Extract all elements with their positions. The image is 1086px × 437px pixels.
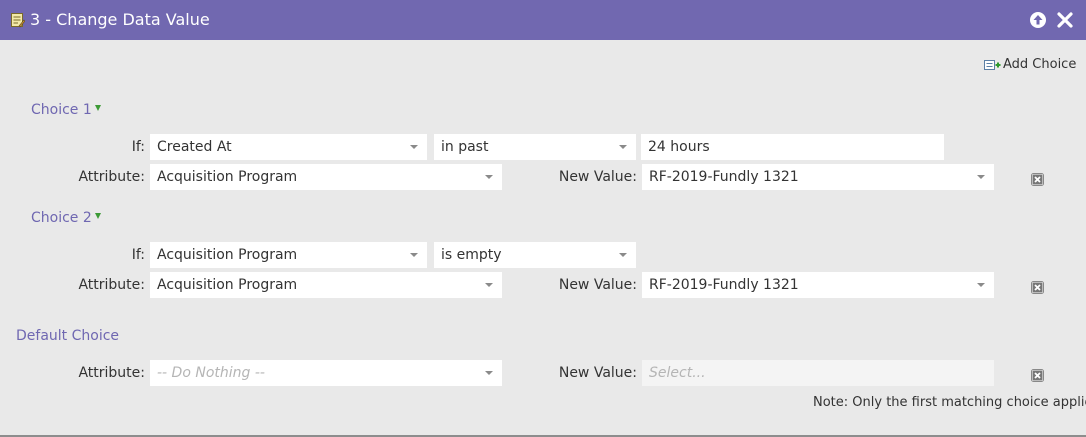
default-attribute-select[interactable]: -- Do Nothing -- <box>150 360 502 386</box>
if-label: If: <box>131 247 145 263</box>
choice-1-attribute-value: Acquisition Program <box>157 169 298 185</box>
if-label: If: <box>131 139 145 155</box>
choice-1-if-value-text: 24 hours <box>648 139 710 155</box>
choice-2-new-value-text: RF-2019-Fundly 1321 <box>649 277 799 293</box>
chevron-down-icon <box>977 175 985 179</box>
new-value-label: New Value: <box>558 169 637 185</box>
document-edit-icon <box>11 13 25 28</box>
chevron-down-icon <box>485 283 493 287</box>
default-new-value-select[interactable]: Select... <box>642 360 994 386</box>
choice-2-operator-value: is empty <box>441 247 502 263</box>
choice-2-label: Choice 2 <box>31 210 92 226</box>
choice-2-new-value-select[interactable]: RF-2019-Fundly 1321 <box>642 272 994 298</box>
expand-triangle-icon <box>94 213 101 219</box>
choice-1-new-value-select[interactable]: RF-2019-Fundly 1321 <box>642 164 994 190</box>
chevron-down-icon <box>410 145 418 149</box>
delete-choice-2-icon[interactable] <box>1031 281 1044 294</box>
default-new-value-placeholder: Select... <box>649 365 706 381</box>
choice-2-if-field-value: Acquisition Program <box>157 247 298 263</box>
new-value-label: New Value: <box>558 277 637 293</box>
choice-2-attribute-select[interactable]: Acquisition Program <box>150 272 502 298</box>
arrow-up-circle-icon[interactable] <box>1029 11 1047 29</box>
chevron-down-icon <box>619 253 627 257</box>
choice-1-attribute-select[interactable]: Acquisition Program <box>150 164 502 190</box>
add-choice-label: Add Choice <box>1003 57 1077 72</box>
default-attribute-placeholder: -- Do Nothing -- <box>157 365 265 381</box>
choice-2-operator-select[interactable]: is empty <box>434 242 636 268</box>
first-match-note: Note: Only the first matching choice app… <box>813 395 1086 410</box>
choice-1-if-field-value: Created At <box>157 139 232 155</box>
choice-2-if-field-select[interactable]: Acquisition Program <box>150 242 427 268</box>
chevron-down-icon <box>410 253 418 257</box>
choice-1-operator-value: in past <box>441 139 489 155</box>
add-choice-icon <box>984 60 1001 70</box>
new-value-label: New Value: <box>558 365 637 381</box>
choice-2-attribute-value: Acquisition Program <box>157 277 298 293</box>
attribute-label: Attribute: <box>78 277 145 293</box>
window-title: 3 - Change Data Value <box>30 10 210 29</box>
choice-1-heading[interactable]: Choice 1 <box>31 101 101 119</box>
choice-1-if-value-input[interactable]: 24 hours <box>641 134 944 160</box>
expand-triangle-icon <box>94 105 101 111</box>
close-x-icon[interactable] <box>1056 11 1074 29</box>
choice-2-heading[interactable]: Choice 2 <box>31 209 101 227</box>
delete-default-choice-icon[interactable] <box>1031 369 1044 382</box>
choice-1-if-field-select[interactable]: Created At <box>150 134 427 160</box>
choice-1-operator-select[interactable]: in past <box>434 134 636 160</box>
default-choice-heading: Default Choice <box>16 328 120 344</box>
title-bar: 3 - Change Data Value <box>0 0 1086 40</box>
chevron-down-icon <box>977 283 985 287</box>
chevron-down-icon <box>619 145 627 149</box>
choice-1-new-value-text: RF-2019-Fundly 1321 <box>649 169 799 185</box>
chevron-down-icon <box>485 371 493 375</box>
attribute-label: Attribute: <box>78 169 145 185</box>
attribute-label: Attribute: <box>78 365 145 381</box>
chevron-down-icon <box>485 175 493 179</box>
delete-choice-1-icon[interactable] <box>1031 173 1044 186</box>
choice-1-label: Choice 1 <box>31 102 92 118</box>
